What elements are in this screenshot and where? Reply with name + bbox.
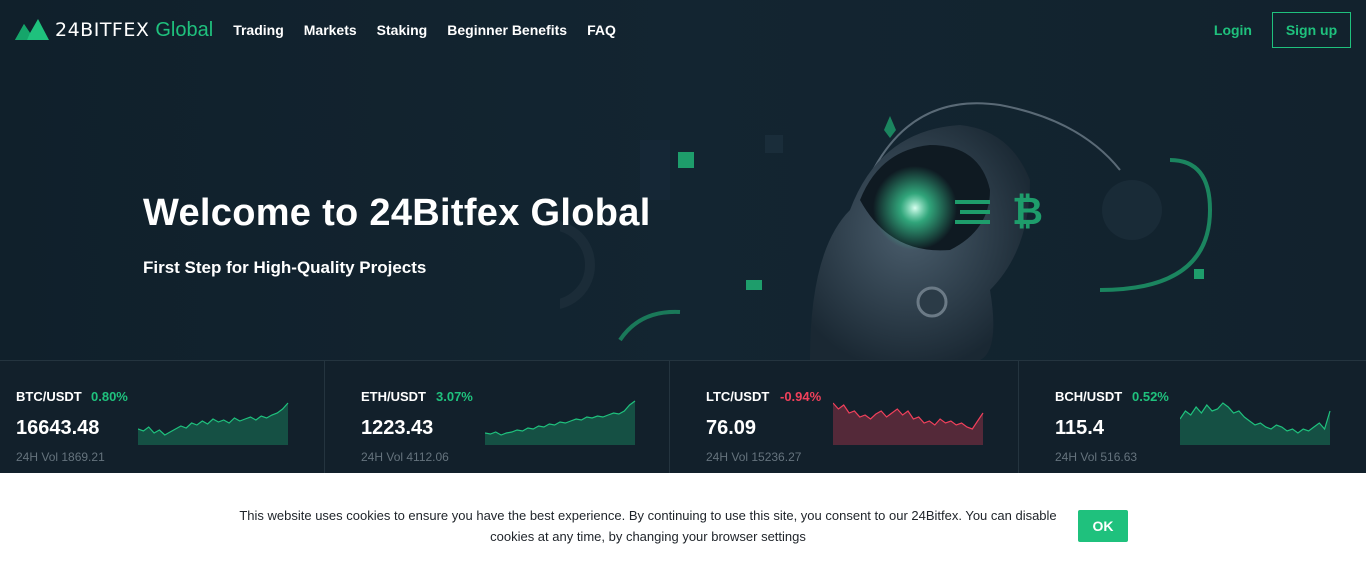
sparkline-area bbox=[485, 401, 635, 445]
brand-logo[interactable]: 24BITFEX Global bbox=[15, 19, 213, 42]
hero-title: Welcome to 24Bitfex Global bbox=[143, 192, 651, 234]
nav-item-beginner-benefits[interactable]: Beginner Benefits bbox=[447, 22, 567, 38]
ticker-pair: BTC/USDT bbox=[16, 389, 82, 404]
nav-item-faq[interactable]: FAQ bbox=[587, 22, 616, 38]
ticker-change: 0.52% bbox=[1132, 389, 1169, 404]
sparkline-area bbox=[138, 403, 288, 445]
signup-button[interactable]: Sign up bbox=[1272, 12, 1351, 48]
sparkline-chart bbox=[485, 400, 636, 445]
brand-sub: Global bbox=[155, 18, 214, 41]
main-nav: Trading Markets Staking Beginner Benefit… bbox=[233, 22, 616, 38]
astronaut-illustration: ₿ bbox=[560, 102, 1213, 360]
login-link[interactable]: Login bbox=[1214, 22, 1252, 38]
sparkline-chart bbox=[1180, 402, 1331, 445]
ticker-card-btc[interactable]: BTC/USDT 0.80% 16643.48 24H Vol 1869.21 bbox=[0, 361, 325, 474]
top-nav-bar: 24BITFEX Global Trading Markets Staking … bbox=[0, 0, 1366, 60]
sparkline-chart bbox=[138, 402, 289, 445]
ticker-pair: BCH/USDT bbox=[1055, 389, 1123, 404]
ticker-change: -0.94% bbox=[780, 389, 822, 404]
ticker-price: 16643.48 bbox=[16, 417, 100, 439]
nav-item-markets[interactable]: Markets bbox=[304, 22, 357, 38]
ticker-price: 1223.43 bbox=[361, 417, 434, 439]
ticker-price: 115.4 bbox=[1055, 417, 1104, 439]
ticker-change: 3.07% bbox=[436, 389, 473, 404]
cookie-message: This website uses cookies to ensure you … bbox=[239, 508, 1057, 544]
market-ticker-strip: BTC/USDT 0.80% 16643.48 24H Vol 1869.21 … bbox=[0, 360, 1366, 474]
ticker-volume: 24H Vol 4112.06 bbox=[361, 450, 449, 464]
nav-item-staking[interactable]: Staking bbox=[377, 22, 428, 38]
ticker-pair: ETH/USDT bbox=[361, 389, 426, 404]
brand-name: 24BITFEX bbox=[55, 19, 150, 41]
sparkline-chart bbox=[833, 402, 984, 445]
ticker-volume: 24H Vol 516.63 bbox=[1055, 450, 1138, 464]
ticker-card-eth[interactable]: ETH/USDT 3.07% 1223.43 24H Vol 4112.06 bbox=[325, 361, 670, 474]
ticker-volume: 24H Vol 1869.21 bbox=[16, 450, 105, 464]
ticker-volume: 24H Vol 15236.27 bbox=[706, 450, 802, 464]
ticker-card-bch[interactable]: BCH/USDT 0.52% 115.4 24H Vol 516.63 bbox=[1019, 361, 1366, 474]
hero-subtitle: First Step for High-Quality Projects bbox=[143, 258, 427, 277]
nav-item-trading[interactable]: Trading bbox=[233, 22, 284, 38]
svg-text:₿: ₿ bbox=[1012, 189, 1043, 233]
cookie-consent-bar: This website uses cookies to ensure you … bbox=[0, 473, 1366, 578]
ticker-price: 76.09 bbox=[706, 417, 757, 439]
sparkline-area bbox=[1180, 403, 1330, 445]
cookie-ok-button[interactable]: OK bbox=[1078, 510, 1128, 542]
mountain-logo-icon bbox=[15, 19, 49, 40]
auth-actions: Login Sign up bbox=[1214, 12, 1351, 48]
ticker-change: 0.80% bbox=[91, 389, 128, 404]
ticker-pair: LTC/USDT bbox=[706, 389, 770, 404]
ticker-card-ltc[interactable]: LTC/USDT -0.94% 76.09 24H Vol 15236.27 bbox=[670, 361, 1019, 474]
